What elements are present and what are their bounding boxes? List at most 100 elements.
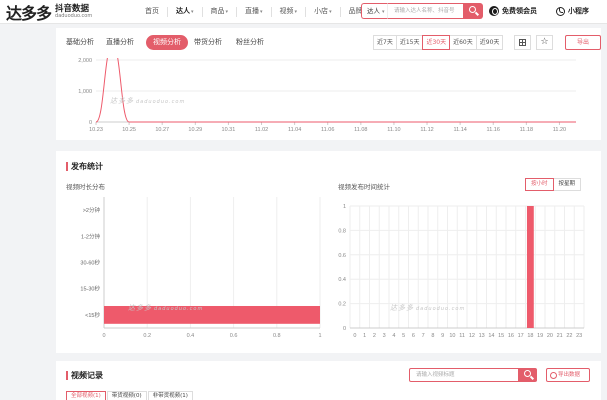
logo-side: 抖音数据 daduoduo.com (55, 5, 92, 20)
time-watermark: 达多多 daduoduo.com (390, 303, 465, 313)
tab-2[interactable]: 视频分析 (146, 35, 188, 50)
nav-divider (201, 7, 203, 17)
video-tab-0[interactable]: 全部视频(1) (66, 391, 106, 400)
time-x-tick: 16 (508, 333, 514, 339)
trend-chart-card: 2,000 1,000 0 10.23 10.25 10.27 10.29 10.31 11.… (56, 58, 601, 140)
main-nav: 首页达人▾商品▾直播▾视频▾小店▾品牌▾ (140, 0, 378, 24)
duration-category-label: 30-60秒 (80, 259, 100, 267)
trend-x-tick: 11.08 (354, 127, 367, 133)
time-x-tick: 15 (498, 333, 504, 339)
trend-x-tick: 11.14 (453, 127, 466, 133)
time-x-tick: 7 (422, 333, 425, 339)
video-search-input[interactable]: 请输入视频标题 (409, 368, 519, 382)
duration-x-tick: 0.8 (273, 333, 281, 339)
duration-category-label: 1-2分钟 (81, 232, 100, 240)
time-x-tick: 6 (412, 333, 415, 339)
duration-category-label: 15-30秒 (80, 285, 100, 293)
time-y-tick: 0 (343, 326, 346, 332)
time-bar[interactable] (526, 206, 534, 328)
time-x-tick: 18 (527, 333, 533, 339)
video-tab-1[interactable]: 带货视频(0) (106, 391, 147, 400)
trend-y-tick: 2,000 (78, 58, 92, 64)
export-button[interactable]: 导出 (565, 35, 601, 50)
time-x-tick: 5 (402, 333, 405, 339)
nav-item-4[interactable]: 视频▾ (275, 0, 307, 24)
time-x-tick: 20 (547, 333, 553, 339)
grid-view-button[interactable] (514, 35, 531, 50)
time-y-tick: 0.2 (338, 302, 346, 308)
trend-y-tick: 0 (89, 120, 92, 126)
time-x-tick: 13 (479, 333, 485, 339)
logo-subtitle: 抖音数据 (55, 3, 90, 14)
publish-stats-card: 发布统计 视频时长分布 视频发布时间统计 按小时 按星期 >2分钟 1-2分钟 30-… (56, 151, 601, 353)
tab-1[interactable]: 直播分析 (106, 35, 134, 50)
nav-divider (236, 7, 238, 17)
vip-icon (489, 6, 499, 16)
time-x-tick: 8 (431, 333, 434, 339)
nav-item-label: 首页 (145, 7, 159, 15)
tab-3[interactable]: 带货分析 (194, 35, 222, 50)
date-range-1[interactable]: 近15天 (395, 35, 424, 50)
logo[interactable]: 达多多 抖音数据 daduoduo.com (6, 2, 92, 23)
date-range-0[interactable]: 近7天 (373, 35, 397, 50)
chevron-down-icon: ▾ (294, 9, 298, 15)
duration-category-label: >2分钟 (83, 206, 101, 214)
time-y-tick: 0.6 (338, 253, 346, 259)
trend-x-tick: 11.16 (487, 127, 500, 133)
nav-item-2[interactable]: 商品▾ (206, 0, 238, 24)
nav-item-label: 商品 (210, 7, 225, 15)
nav-item-5[interactable]: 小店▾ (309, 0, 341, 24)
time-x-tick: 1 (363, 333, 366, 339)
watermark-url: daduoduo.com (136, 99, 186, 105)
trend-x-tick: 11.02 (255, 127, 268, 133)
video-search-button[interactable] (519, 368, 537, 382)
star-icon: ☆ (540, 37, 549, 47)
video-records-title: 视频记录 (66, 370, 103, 381)
time-x-tick: 14 (488, 333, 494, 339)
search-scope-select[interactable]: 达人 ▾ (361, 3, 387, 19)
trend-x-tick: 10.27 (155, 127, 169, 133)
nav-item-label: 达人 (176, 7, 190, 15)
nav-item-1[interactable]: 达人▾ (171, 0, 203, 24)
trend-x-tick: 11.06 (321, 127, 334, 133)
date-range-4[interactable]: 近90天 (475, 35, 504, 50)
search-icon (469, 6, 476, 13)
search-icon (524, 370, 531, 377)
nav-item-3[interactable]: 直播▾ (240, 0, 272, 24)
time-x-tick: 0 (353, 333, 356, 339)
duration-watermark: 达多多 daduoduo.com (128, 303, 203, 313)
time-watermark-brand: 达多多 (390, 304, 414, 312)
time-y-tick: 1 (343, 204, 346, 210)
nav-item-label: 直播 (245, 7, 260, 15)
nav-item-0[interactable]: 首页 (140, 0, 168, 24)
duration-x-tick: 0 (102, 333, 105, 339)
video-tab-2[interactable]: 非带货视频(1) (147, 391, 193, 400)
top-navbar: 达多多 抖音数据 daduoduo.com 首页 达人▾ 商品▾ 直播▾ 视频▾ 小店▾ 品… (0, 0, 607, 24)
date-range-3[interactable]: 近60天 (449, 35, 477, 50)
logo-text: 达多多 (6, 4, 52, 23)
trend-y-tick: 1,000 (78, 89, 92, 95)
trend-x-tick: 10.29 (188, 127, 202, 133)
time-y-tick: 0.4 (338, 277, 346, 283)
mini-program-icon (556, 6, 565, 16)
favorite-button[interactable]: ☆ (536, 35, 553, 50)
export-data-button[interactable]: 导出数据 (546, 368, 590, 382)
time-toggle-0[interactable]: 按小时 (525, 178, 554, 191)
date-range-2[interactable]: 近30天 (422, 35, 451, 50)
publish-charts: >2分钟 1-2分钟 30-60秒 15-30秒 <15秒 0 0.2 0.4 0.6 0.8 1… (80, 197, 585, 339)
mini-program-label: 小程序 (568, 7, 589, 15)
trend-x-tick: 11.18 (520, 127, 533, 133)
date-range-group: 近7天 近15天 近30天 近60天 近90天 (373, 35, 504, 50)
search-input[interactable]: 请输入达人名称、抖音号 (387, 3, 464, 19)
mini-program-link[interactable]: 小程序 (556, 4, 589, 18)
trend-x-tick: 10.31 (222, 127, 236, 133)
search-button[interactable] (464, 3, 483, 19)
nav-divider (305, 7, 307, 17)
vip-label: 免费领会员 (502, 7, 537, 15)
trend-x-tick: 11.12 (420, 127, 433, 133)
tab-4[interactable]: 粉丝分析 (236, 35, 264, 50)
tab-0[interactable]: 基础分析 (66, 35, 94, 50)
duration-x-tick: 0.4 (187, 333, 195, 339)
free-vip-link[interactable]: 免费领会员 (489, 4, 537, 18)
time-y-tick: 0.8 (338, 228, 346, 234)
